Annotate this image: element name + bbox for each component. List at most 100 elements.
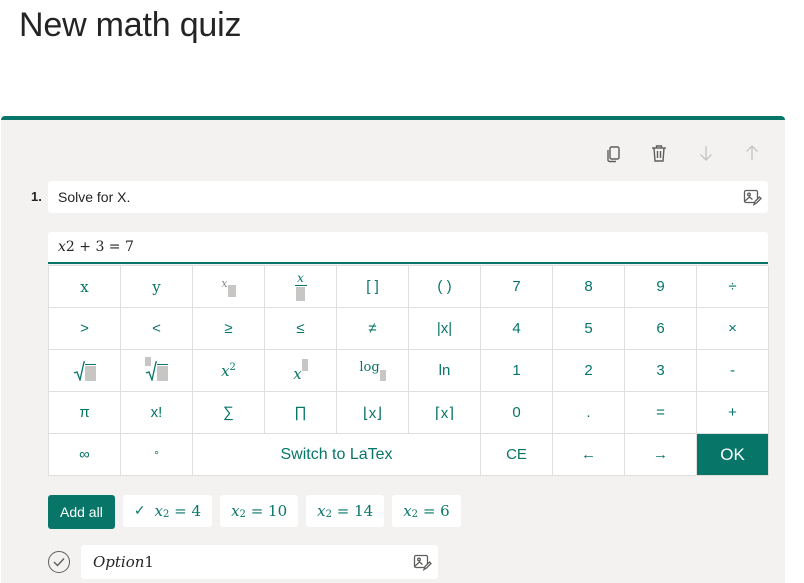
- key-plus[interactable]: +: [697, 392, 769, 434]
- chip-value: = 4: [174, 502, 202, 520]
- copy-icon[interactable]: [603, 142, 625, 164]
- key-x[interactable]: x: [49, 266, 121, 308]
- key-cursor-left[interactable]: ←: [553, 434, 625, 476]
- chip-variable: x: [403, 502, 412, 520]
- formula-input[interactable]: x2 + 3 = 7: [48, 232, 768, 264]
- key-factorial[interactable]: x!: [121, 392, 193, 434]
- option-label: Option: [93, 553, 145, 571]
- key-5[interactable]: 5: [553, 308, 625, 350]
- key-log-label: log: [359, 360, 380, 375]
- formula-rest: 2 + 3 = 7: [65, 239, 134, 255]
- fraction-bar: [294, 285, 307, 286]
- key-ceiling[interactable]: ⌈x⌉: [409, 392, 481, 434]
- key-4[interactable]: 4: [481, 308, 553, 350]
- arrow-up-icon[interactable]: [741, 142, 763, 164]
- key-square-root[interactable]: [49, 350, 121, 392]
- option-input[interactable]: Option1: [81, 545, 438, 579]
- key-fraction-x: x: [297, 271, 304, 285]
- key-2[interactable]: 2: [553, 350, 625, 392]
- chip-variable: x: [317, 502, 326, 520]
- log-base-placeholder: [379, 370, 386, 381]
- key-6[interactable]: 6: [625, 308, 697, 350]
- key-sum[interactable]: ∑: [193, 392, 265, 434]
- formula-variable: x: [58, 239, 66, 255]
- key-multiply[interactable]: ×: [697, 308, 769, 350]
- key-absolute[interactable]: |x|: [409, 308, 481, 350]
- chip-value: = 14: [336, 502, 374, 520]
- suggestion-chip[interactable]: x2 = 6: [392, 495, 461, 527]
- insert-image-icon[interactable]: [412, 552, 432, 572]
- key-minus[interactable]: -: [697, 350, 769, 392]
- key-less-than[interactable]: <: [121, 308, 193, 350]
- formula-text: x2 + 3 = 7: [58, 239, 134, 255]
- radical-top: [85, 363, 96, 381]
- answer-suggestions: Add all ✓ x2 = 4 x2 = 10 x2 = 14 x2 = 6: [48, 495, 461, 529]
- add-all-button[interactable]: Add all: [48, 495, 115, 529]
- option-number: 1: [144, 553, 154, 571]
- key-1[interactable]: 1: [481, 350, 553, 392]
- key-power-x: x: [293, 364, 302, 383]
- key-square[interactable]: x2: [193, 350, 265, 392]
- question-title-text: Solve for X.: [58, 189, 131, 205]
- key-8[interactable]: 8: [553, 266, 625, 308]
- question-number: 1.: [31, 189, 42, 204]
- key-power[interactable]: x: [265, 350, 337, 392]
- key-3[interactable]: 3: [625, 350, 697, 392]
- key-greater-than[interactable]: >: [49, 308, 121, 350]
- key-decimal[interactable]: .: [553, 392, 625, 434]
- key-degree[interactable]: °: [121, 434, 193, 476]
- key-parentheses[interactable]: ( ): [409, 266, 481, 308]
- chip-subscript: 2: [411, 508, 419, 520]
- chip-variable: x: [154, 502, 164, 520]
- key-clear-entry[interactable]: CE: [481, 434, 553, 476]
- math-keypad: x y x x [ ] ( ) 7 8 9 ÷ > < ≥ ≤ ≠ |x| 4 …: [48, 265, 769, 476]
- key-square-power: 2: [229, 361, 236, 373]
- check-circle-icon[interactable]: [48, 551, 70, 573]
- suggestion-chip[interactable]: x2 = 14: [306, 495, 385, 527]
- subscript-placeholder: [227, 284, 236, 297]
- key-less-equal[interactable]: ≤: [265, 308, 337, 350]
- key-floor[interactable]: ⌊x⌋: [337, 392, 409, 434]
- radicand-placeholder: [85, 365, 96, 381]
- radicand-placeholder: [157, 365, 168, 381]
- key-infinity[interactable]: ∞: [49, 434, 121, 476]
- chip-subscript: 2: [163, 508, 170, 520]
- key-divide[interactable]: ÷: [697, 266, 769, 308]
- key-nth-root[interactable]: [121, 350, 193, 392]
- key-fraction[interactable]: x: [265, 266, 337, 308]
- suggestion-chip[interactable]: x2 = 10: [220, 495, 299, 527]
- option-text: Option1: [93, 553, 154, 571]
- ok-button[interactable]: OK: [697, 434, 769, 476]
- exponent-placeholder: [301, 358, 308, 371]
- chip-subscript: 2: [325, 508, 332, 520]
- key-9[interactable]: 9: [625, 266, 697, 308]
- key-square-x: x: [221, 361, 230, 380]
- arrow-down-icon[interactable]: [695, 142, 717, 164]
- chip-variable: x: [231, 502, 240, 520]
- page-title: New math quiz: [19, 6, 242, 44]
- key-equals[interactable]: =: [625, 392, 697, 434]
- question-title-field[interactable]: Solve for X.: [48, 181, 768, 213]
- key-y[interactable]: y: [121, 266, 193, 308]
- key-product[interactable]: ∏: [265, 392, 337, 434]
- key-0[interactable]: 0: [481, 392, 553, 434]
- key-subscript[interactable]: x: [193, 266, 265, 308]
- trash-icon[interactable]: [648, 142, 670, 164]
- key-not-equal[interactable]: ≠: [337, 308, 409, 350]
- key-log[interactable]: log: [337, 350, 409, 392]
- radical-top: [157, 363, 168, 381]
- key-cursor-right[interactable]: →: [625, 434, 697, 476]
- key-ln[interactable]: ln: [409, 350, 481, 392]
- key-greater-equal[interactable]: ≥: [193, 308, 265, 350]
- check-icon: ✓: [133, 503, 146, 519]
- key-7[interactable]: 7: [481, 266, 553, 308]
- switch-to-latex-button[interactable]: Switch to LaTex: [193, 434, 481, 476]
- chip-subscript: 2: [239, 508, 246, 520]
- suggestion-chip[interactable]: ✓ x2 = 4: [122, 495, 213, 527]
- key-pi[interactable]: π: [49, 392, 121, 434]
- insert-image-icon[interactable]: [742, 187, 762, 207]
- radical-icon: [73, 360, 85, 381]
- index-placeholder: [145, 356, 151, 366]
- key-brackets[interactable]: [ ]: [337, 266, 409, 308]
- denominator-placeholder: [296, 287, 305, 301]
